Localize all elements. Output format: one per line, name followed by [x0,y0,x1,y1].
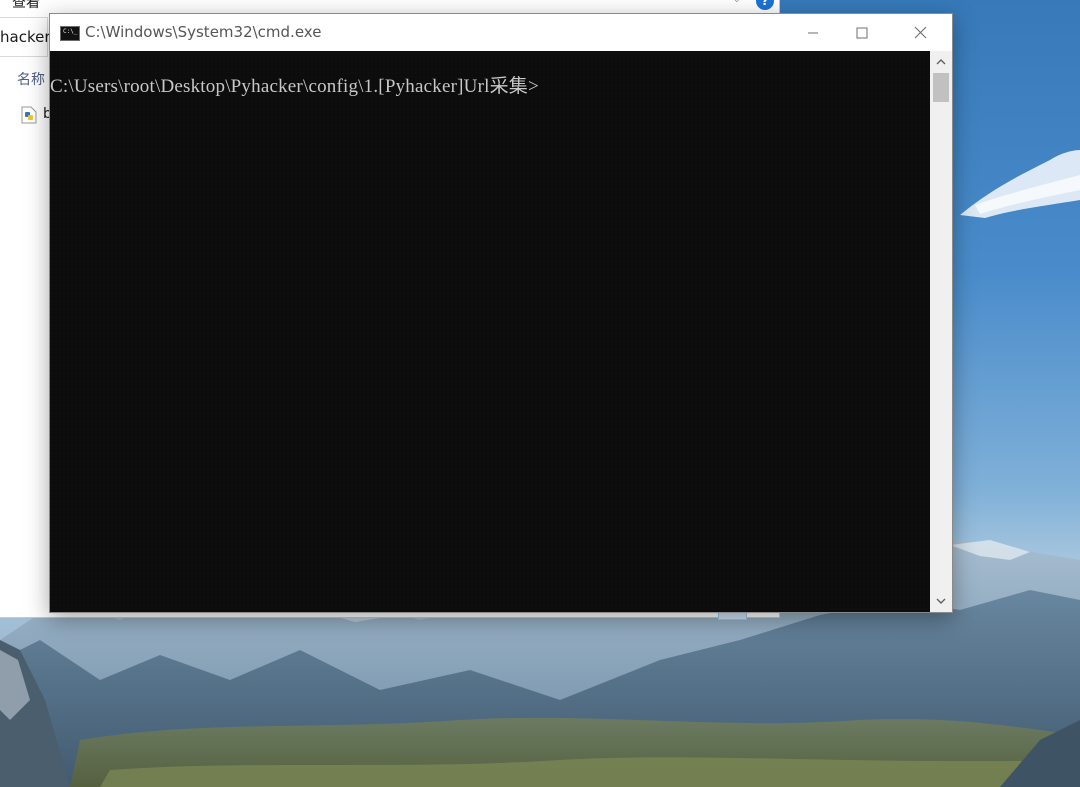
menu-view[interactable]: 查看 [12,0,40,12]
column-header-name[interactable]: 名称 [17,69,45,89]
minimize-button[interactable] [790,14,836,51]
console-area[interactable]: C:\Users\root\Desktop\Pyhacker\config\1.… [50,51,930,612]
maximize-icon [856,27,868,38]
scrollbar-thumb[interactable] [933,73,949,102]
minimize-icon [808,32,818,33]
command-prompt-line[interactable]: C:\Users\root\Desktop\Pyhacker\config\1.… [50,71,539,98]
address-path[interactable]: hacker [0,28,51,46]
close-icon [914,26,926,39]
chevron-down-icon [936,598,946,604]
window-title: C:\Windows\System32\cmd.exe [85,23,322,41]
chevron-up-icon [936,59,946,65]
cmd-window[interactable]: C:\Windows\System32\cmd.exe C:\Users\roo… [49,13,953,613]
maximize-button[interactable] [839,14,885,51]
chevron-down-icon[interactable]: ⌵ [733,0,741,5]
vertical-scrollbar[interactable] [930,51,952,612]
title-bar[interactable]: C:\Windows\System32\cmd.exe [50,14,952,51]
scroll-up-button[interactable] [930,53,952,71]
scroll-down-button[interactable] [930,592,952,610]
close-button[interactable] [897,14,943,51]
python-file-icon [21,106,37,124]
cmd-app-icon[interactable] [60,26,80,41]
help-icon[interactable]: ? [756,0,774,10]
